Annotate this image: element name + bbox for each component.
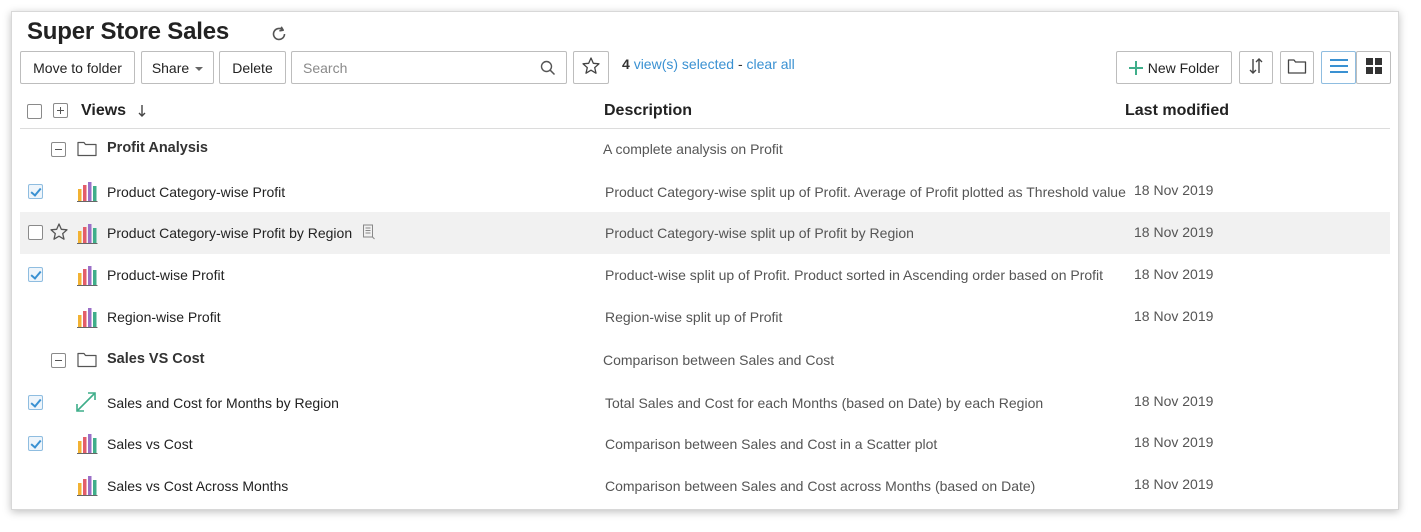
bar-chart-icon — [76, 306, 98, 333]
view-modified-date: 18 Nov 2019 — [1134, 182, 1214, 198]
view-name[interactable]: Sales vs Cost — [107, 436, 193, 452]
table-row[interactable]: Sales vs Cost Across Months Comparison b… — [20, 465, 1390, 507]
description-column-header: Description — [604, 102, 693, 119]
scatter-arrow-icon — [74, 390, 98, 419]
selection-info: 4 view(s) selected - clear all — [622, 56, 795, 72]
view-name[interactable]: Product Category-wise Profit by Region — [107, 225, 352, 241]
delete-button[interactable]: Delete — [219, 51, 286, 84]
title-row: Super Store Sales — [27, 16, 289, 48]
folder-icon — [77, 140, 97, 162]
row-checkbox[interactable] — [28, 184, 43, 199]
view-modified-date: 18 Nov 2019 — [1134, 434, 1214, 450]
toolbar: Move to folder Share Delete 4 view(s) se… — [20, 51, 1391, 85]
column-header: Views Description Last modified — [20, 96, 1390, 129]
folder-icon — [77, 351, 97, 373]
collapse-folder-icon[interactable] — [51, 142, 66, 157]
search-box — [291, 51, 567, 84]
view-description: Total Sales and Cost for each Months (ba… — [605, 395, 1044, 411]
select-all-checkbox[interactable] — [27, 104, 42, 119]
view-description: Region-wise split up of Profit — [605, 309, 783, 325]
view-modified-date: 18 Nov 2019 — [1134, 224, 1214, 240]
folder-description: A complete analysis on Profit — [603, 141, 783, 157]
bar-chart-icon — [76, 222, 98, 249]
search-input[interactable] — [303, 59, 533, 76]
grid-icon — [1365, 57, 1383, 78]
description-note-icon[interactable] — [362, 224, 376, 245]
favorite-filter-button[interactable] — [573, 51, 609, 84]
row-checkbox[interactable] — [28, 225, 43, 240]
view-name[interactable]: Sales and Cost for Months by Region — [107, 395, 339, 411]
new-folder-button[interactable]: New Folder — [1116, 51, 1232, 84]
sort-arrows-icon — [1246, 56, 1266, 79]
view-modified-date: 18 Nov 2019 — [1134, 393, 1214, 409]
table-row[interactable]: Product Category-wise Profit Product Cat… — [20, 170, 1390, 212]
folder-description: Comparison between Sales and Cost — [603, 352, 835, 368]
bar-chart-icon — [76, 180, 98, 207]
view-description: Product Category-wise split up of Profit… — [605, 184, 1126, 200]
collapse-folder-icon[interactable] — [51, 353, 66, 368]
folder-view-button[interactable] — [1280, 51, 1314, 84]
folder-row[interactable]: Sales VS Cost Comparison between Sales a… — [20, 338, 1390, 380]
view-name[interactable]: Sales vs Cost Across Months — [107, 478, 288, 494]
star-icon[interactable] — [49, 222, 69, 247]
table-row[interactable]: Sales vs Cost Comparison between Sales a… — [20, 423, 1390, 465]
row-checkbox[interactable] — [28, 436, 43, 451]
view-name[interactable]: Product-wise Profit — [107, 267, 224, 283]
clear-all-link[interactable]: clear all — [747, 56, 795, 72]
folder-name[interactable]: Profit Analysis — [107, 140, 208, 156]
selected-views-link[interactable]: view(s) selected — [634, 56, 734, 72]
list-view-button[interactable] — [1321, 51, 1356, 84]
view-description: Product-wise split up of Profit. Product… — [605, 267, 1104, 283]
bar-chart-icon — [76, 432, 98, 459]
list-icon — [1329, 58, 1349, 77]
table-row[interactable]: Product-wise Profit Product-wise split u… — [20, 254, 1390, 296]
expand-all-icon[interactable] — [53, 103, 68, 118]
table-row[interactable]: Product Category-wise Profit by Region P… — [20, 212, 1390, 254]
plus-icon — [1128, 60, 1143, 75]
selection-separator: - — [737, 56, 743, 72]
selection-count: 4 — [622, 56, 630, 72]
folder-row[interactable]: Profit Analysis A complete analysis on P… — [20, 128, 1390, 170]
view-description: Product Category-wise split up of Profit… — [605, 225, 914, 241]
folder-name[interactable]: Sales VS Cost — [107, 351, 205, 367]
page-title: Super Store Sales — [27, 18, 230, 45]
table-row[interactable]: Sales and Cost for Months by Region Tota… — [20, 381, 1390, 423]
row-checkbox[interactable] — [28, 267, 43, 282]
views-column-header[interactable]: Views — [81, 102, 126, 120]
refresh-icon[interactable] — [269, 24, 289, 44]
view-list-window: Super Store Sales Move to folder Share D… — [11, 11, 1399, 510]
share-label: Share — [151, 59, 190, 76]
folder-icon — [1287, 57, 1307, 78]
search-icon[interactable] — [540, 60, 556, 76]
last-modified-column-header[interactable]: Last modified — [1125, 102, 1229, 120]
sort-button[interactable] — [1239, 51, 1273, 84]
sort-down-icon[interactable] — [137, 104, 147, 123]
view-modified-date: 18 Nov 2019 — [1134, 308, 1214, 324]
bar-chart-icon — [76, 474, 98, 501]
view-name[interactable]: Region-wise Profit — [107, 309, 221, 325]
view-name[interactable]: Product Category-wise Profit — [107, 184, 285, 200]
view-description: Comparison between Sales and Cost across… — [605, 478, 1036, 494]
view-description: Comparison between Sales and Cost in a S… — [605, 436, 938, 452]
table-row[interactable]: Region-wise Profit Region-wise split up … — [20, 296, 1390, 338]
view-modified-date: 18 Nov 2019 — [1134, 476, 1214, 492]
bar-chart-icon — [76, 264, 98, 291]
star-icon — [581, 56, 601, 79]
view-modified-date: 18 Nov 2019 — [1134, 266, 1214, 282]
chevron-down-icon — [195, 66, 204, 71]
grid-view-button[interactable] — [1356, 51, 1391, 84]
new-folder-label: New Folder — [1147, 59, 1220, 76]
share-button[interactable]: Share — [141, 51, 214, 84]
move-to-folder-button[interactable]: Move to folder — [20, 51, 135, 84]
row-checkbox[interactable] — [28, 395, 43, 410]
